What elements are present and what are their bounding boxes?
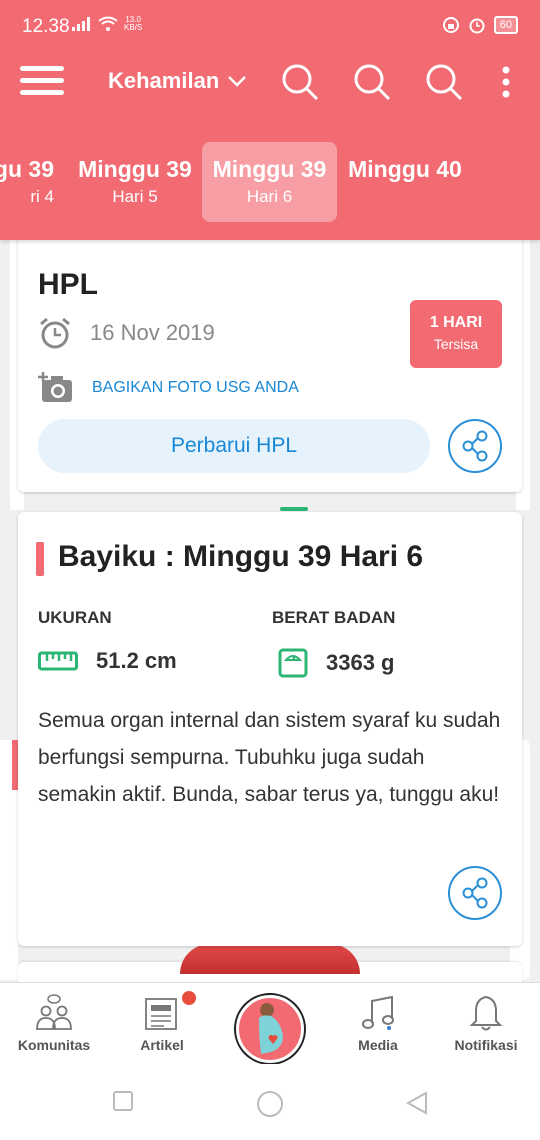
nav-label: Notifikasi (454, 1037, 518, 1053)
notification-badge (180, 989, 198, 1007)
search-icon[interactable] (352, 62, 392, 102)
music-note-icon (362, 995, 394, 1030)
food-image (180, 944, 360, 974)
size-row: 51.2 cm (38, 648, 177, 674)
pregnancy-home-button[interactable] (236, 995, 304, 1063)
menu-line (20, 66, 64, 71)
scale-icon (278, 648, 308, 678)
nav-label: Media (358, 1037, 398, 1053)
ruler-icon (38, 651, 78, 671)
week-tab-active[interactable]: Minggu 39 Hari 6 (202, 142, 337, 222)
recent-apps-icon[interactable] (112, 1090, 134, 1112)
alarm-clock-icon (40, 317, 70, 349)
more-vertical-icon[interactable] (488, 62, 524, 102)
week-tab-sub: ri 4 (30, 187, 54, 206)
baby-card: Bayiku : Minggu 39 Hari 6 UKURAN BERAT B… (18, 512, 522, 946)
signal-icon (72, 17, 90, 31)
week-tab[interactable]: Minggu 39 Hari 5 (70, 142, 200, 222)
add-photo-icon (38, 372, 72, 402)
weight-row: 3363 g (278, 648, 395, 678)
menu-button[interactable] (20, 66, 64, 98)
nav-label: Artikel (140, 1037, 184, 1053)
weight-label: BERAT BADAN (272, 608, 396, 627)
week-tabs: gu 39 ri 4 Minggu 39 Hari 5 Minggu 39 Ha… (0, 142, 540, 222)
baby-title: Bayiku : Minggu 39 Hari 6 (58, 540, 424, 573)
nav-artikel[interactable]: Artikel (112, 989, 212, 1053)
share-photo-label: BAGIKAN FOTO USG ANDA (92, 379, 299, 396)
newspaper-icon (145, 998, 177, 1030)
community-icon (36, 994, 72, 1030)
chevron-down-icon (228, 76, 247, 87)
week-tab-main: gu 39 (0, 156, 54, 182)
back-icon[interactable] (404, 1090, 430, 1116)
status-bar: 12.38 13.0 KB/S 60 (0, 0, 540, 52)
nav-komunitas[interactable]: Komunitas (4, 993, 104, 1053)
search-icon[interactable] (424, 62, 464, 102)
app-header: 12.38 13.0 KB/S 60 Kehamilan gu 39 ri 4 … (0, 0, 540, 240)
title-dropdown[interactable]: Kehamilan (108, 68, 247, 94)
wifi-icon (98, 16, 118, 31)
share-photo-link[interactable]: BAGIKAN FOTO USG ANDA (38, 372, 299, 404)
update-hpl-button[interactable]: Perbarui HPL (38, 419, 430, 473)
bell-icon (469, 995, 503, 1031)
menu-line (20, 78, 64, 83)
toolbar: Kehamilan (0, 52, 540, 112)
bottom-navigation: Komunitas Artikel Media Notifikasi (0, 982, 540, 1064)
hpl-card: HPL 16 Nov 2019 BAGIKAN FOTO USG ANDA 1 … (18, 230, 522, 492)
baby-description: Semua organ internal dan sistem syaraf k… (38, 709, 501, 806)
week-tab-main: Minggu 39 (78, 156, 192, 182)
hpl-title: HPL (38, 268, 98, 301)
week-tab-main: Minggu 39 (212, 156, 327, 182)
hpl-date-row: 16 Nov 2019 (38, 316, 215, 350)
pregnant-woman-icon (259, 1003, 283, 1054)
nav-label: Komunitas (17, 1037, 91, 1053)
hpl-date: 16 Nov 2019 (90, 320, 215, 345)
network-speed: 13.0 KB/S (124, 16, 142, 32)
week-tab-main: Minggu 40 (348, 156, 462, 182)
share-button[interactable] (448, 866, 502, 920)
share-button[interactable] (448, 419, 502, 473)
battery-indicator: 60 (493, 16, 518, 34)
share-icon (462, 430, 488, 462)
days-remaining-label: Tersisa (433, 336, 479, 352)
page-indicator (280, 507, 308, 511)
status-icons-left: 13.0 KB/S (72, 16, 142, 32)
nav-notifikasi[interactable]: Notifikasi (436, 993, 536, 1053)
nav-media[interactable]: Media (328, 993, 428, 1053)
week-tab-sub: Hari 6 (246, 187, 293, 206)
title-accent-bar (36, 542, 44, 576)
speed-unit: KB/S (124, 23, 143, 32)
page-title: Kehamilan (108, 68, 220, 93)
week-tab[interactable]: Minggu 40 (340, 142, 470, 222)
days-remaining-badge: 1 HARI Tersisa (410, 300, 502, 368)
menu-line (20, 90, 64, 95)
lock-rotation-icon (442, 17, 459, 33)
week-tab-sub: Hari 5 (112, 187, 158, 206)
status-time: 12.38 (22, 16, 70, 37)
home-icon[interactable] (256, 1090, 284, 1118)
share-icon (462, 877, 488, 909)
size-label: UKURAN (38, 608, 112, 627)
size-value: 51.2 cm (96, 648, 177, 673)
weight-value: 3363 g (326, 650, 395, 675)
days-remaining-value: 1 HARI (429, 314, 483, 331)
search-icon[interactable] (280, 62, 320, 102)
week-tab[interactable]: gu 39 ri 4 (0, 142, 54, 222)
status-icons-right: 60 (442, 16, 518, 34)
system-navigation-bar (0, 1064, 540, 1140)
alarm-icon (469, 18, 485, 34)
